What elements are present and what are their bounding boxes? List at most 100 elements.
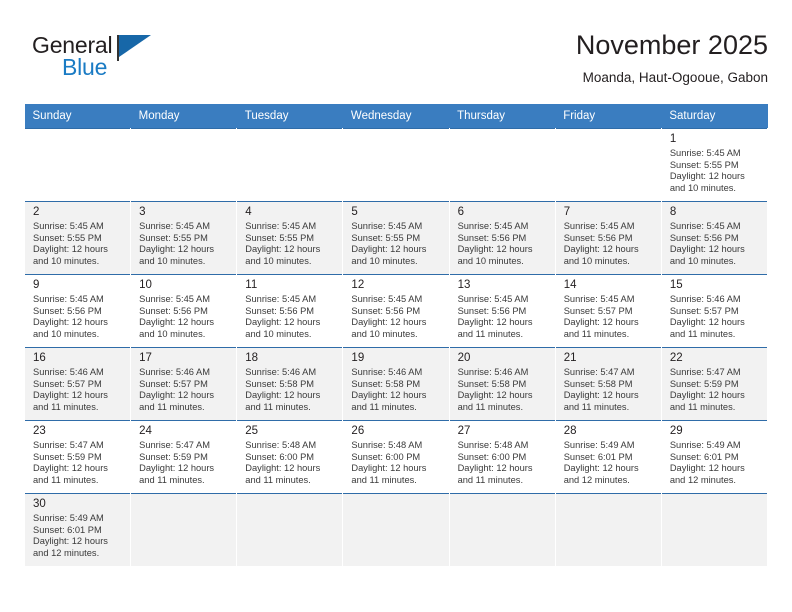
day-number: 15 bbox=[669, 279, 683, 291]
calendar-day-cell[interactable]: 8 Sunrise: 5:45 AM Sunset: 5:56 PM Daylight… bbox=[660, 201, 769, 275]
day-number: 20 bbox=[457, 352, 471, 364]
calendar-day-cell[interactable]: 30 Sunrise: 5:49 AM Sunset: 6:01 PM Dayligh… bbox=[23, 493, 132, 566]
day-daylight-text: Daylight: 12 hours bbox=[457, 317, 533, 328]
day-daylight-text: Daylight: 12 hours bbox=[457, 244, 533, 255]
calendar-day-cell[interactable]: 20 Sunrise: 5:46 AM Sunset: 5:58 PM Dayligh… bbox=[448, 347, 556, 421]
day-daylight-text: Daylight: 12 hours bbox=[563, 317, 639, 328]
day-daylight-text: Daylight: 12 hours bbox=[563, 390, 639, 401]
calendar-day-cell[interactable]: 29 Sunrise: 5:49 AM Sunset: 6:01 PM Dayligh… bbox=[660, 420, 769, 494]
day-sunrise-text: Sunrise: 5:45 AM bbox=[669, 148, 741, 158]
calendar-cell-empty bbox=[554, 493, 662, 566]
day-daylight-text: Daylight: 12 hours bbox=[33, 244, 108, 255]
day-cell-content: 11 Sunrise: 5:45 AM Sunset: 5:56 PM Dayligh… bbox=[237, 275, 342, 344]
day-daylight-text: Daylight: 12 hours bbox=[245, 244, 321, 255]
calendar-day-cell[interactable]: 23 Sunrise: 5:47 AM Sunset: 5:59 PM Dayligh… bbox=[23, 420, 132, 494]
weekday-header-friday: Friday bbox=[555, 104, 662, 129]
day-sunset-text: Sunset: 5:57 PM bbox=[669, 305, 739, 316]
day-sunset-text: Sunset: 5:58 PM bbox=[245, 378, 315, 389]
day-number: 27 bbox=[457, 425, 471, 437]
day-sunrise-text: Sunrise: 5:46 AM bbox=[351, 367, 423, 377]
day-sunset-text: Sunset: 5:58 PM bbox=[457, 378, 527, 389]
day-daylight-text: and 11 minutes. bbox=[245, 474, 311, 485]
general-blue-logo[interactable]: General Blue bbox=[32, 32, 232, 88]
day-sunrise-text: Sunrise: 5:45 AM bbox=[245, 221, 317, 231]
day-cell-content bbox=[25, 129, 130, 198]
day-cell-content: 17 Sunrise: 5:46 AM Sunset: 5:57 PM Dayligh… bbox=[131, 348, 236, 417]
day-sunrise-text: Sunrise: 5:46 AM bbox=[33, 367, 104, 377]
day-sunset-text: Sunset: 5:55 PM bbox=[351, 232, 421, 243]
calendar-day-cell[interactable]: 5 Sunrise: 5:45 AM Sunset: 5:55 PM Daylight… bbox=[342, 201, 450, 275]
calendar-day-cell[interactable]: 9 Sunrise: 5:45 AM Sunset: 5:56 PM Daylight… bbox=[23, 274, 132, 348]
day-sunrise-text: Sunrise: 5:45 AM bbox=[669, 221, 741, 231]
calendar-day-cell[interactable]: 12 Sunrise: 5:45 AM Sunset: 5:56 PM Dayligh… bbox=[342, 274, 450, 348]
calendar-day-cell[interactable]: 4 Sunrise: 5:45 AM Sunset: 5:55 PM Daylight… bbox=[236, 201, 344, 275]
day-sunrise-text: Sunrise: 5:49 AM bbox=[563, 440, 635, 450]
calendar-day-cell[interactable]: 6 Sunrise: 5:45 AM Sunset: 5:56 PM Daylight… bbox=[448, 201, 556, 275]
calendar-week-row: 30 Sunrise: 5:49 AM Sunset: 6:01 PM Dayligh… bbox=[23, 493, 769, 566]
day-daylight-text: and 10 minutes. bbox=[245, 328, 312, 339]
calendar-day-cell[interactable]: 11 Sunrise: 5:45 AM Sunset: 5:56 PM Dayligh… bbox=[236, 274, 344, 348]
calendar-week-row: 23 Sunrise: 5:47 AM Sunset: 5:59 PM Dayligh… bbox=[23, 420, 769, 494]
day-sunset-text: Sunset: 5:56 PM bbox=[245, 305, 315, 316]
calendar-day-cell[interactable]: 10 Sunrise: 5:45 AM Sunset: 5:56 PM Dayligh… bbox=[130, 274, 238, 348]
day-cell-content: 21 Sunrise: 5:47 AM Sunset: 5:58 PM Dayligh… bbox=[556, 348, 661, 417]
day-cell-content: 14 Sunrise: 5:45 AM Sunset: 5:57 PM Dayligh… bbox=[556, 275, 661, 344]
day-number: 14 bbox=[563, 279, 577, 291]
calendar-day-cell[interactable]: 16 Sunrise: 5:46 AM Sunset: 5:57 PM Dayligh… bbox=[23, 347, 132, 421]
day-sunset-text: Sunset: 6:01 PM bbox=[563, 451, 633, 462]
calendar-cell-empty bbox=[554, 128, 662, 202]
day-sunrise-text: Sunrise: 5:45 AM bbox=[563, 221, 635, 231]
day-sunset-text: Sunset: 5:57 PM bbox=[33, 378, 102, 389]
calendar-day-cell[interactable]: 26 Sunrise: 5:48 AM Sunset: 6:00 PM Dayligh… bbox=[342, 420, 450, 494]
calendar-cell-empty bbox=[23, 128, 132, 202]
calendar-cell-empty bbox=[448, 493, 556, 566]
calendar-day-cell[interactable]: 2 Sunrise: 5:45 AM Sunset: 5:55 PM Daylight… bbox=[23, 201, 132, 275]
day-number: 16 bbox=[33, 352, 46, 364]
day-sunrise-text: Sunrise: 5:45 AM bbox=[245, 294, 317, 304]
day-cell-content: 6 Sunrise: 5:45 AM Sunset: 5:56 PM Daylight… bbox=[450, 202, 555, 271]
calendar-week-row: 9 Sunrise: 5:45 AM Sunset: 5:56 PM Daylight… bbox=[23, 274, 769, 348]
calendar-cell-empty bbox=[236, 128, 344, 202]
day-sunrise-text: Sunrise: 5:46 AM bbox=[139, 367, 210, 377]
day-daylight-text: Daylight: 12 hours bbox=[669, 463, 745, 474]
calendar-day-cell[interactable]: 1 Sunrise: 5:45 AM Sunset: 5:55 PM Daylight… bbox=[660, 128, 769, 202]
day-daylight-text: Daylight: 12 hours bbox=[139, 317, 215, 328]
calendar-day-cell[interactable]: 17 Sunrise: 5:46 AM Sunset: 5:57 PM Dayligh… bbox=[130, 347, 238, 421]
day-number: 28 bbox=[563, 425, 577, 437]
calendar-cell-empty bbox=[660, 493, 769, 566]
calendar-day-cell[interactable]: 13 Sunrise: 5:45 AM Sunset: 5:56 PM Dayligh… bbox=[448, 274, 556, 348]
calendar-day-cell[interactable]: 3 Sunrise: 5:45 AM Sunset: 5:55 PM Daylight… bbox=[130, 201, 238, 275]
day-cell-content bbox=[237, 129, 342, 198]
day-sunset-text: Sunset: 5:58 PM bbox=[351, 378, 421, 389]
day-daylight-text: and 10 minutes. bbox=[563, 255, 630, 266]
day-cell-content: 4 Sunrise: 5:45 AM Sunset: 5:55 PM Daylight… bbox=[237, 202, 342, 271]
day-number: 18 bbox=[245, 352, 259, 364]
calendar-header-row: Sunday Monday Tuesday Wednesday Thursday… bbox=[24, 104, 768, 129]
day-sunrise-text: Sunrise: 5:45 AM bbox=[563, 294, 635, 304]
calendar-day-cell[interactable]: 25 Sunrise: 5:48 AM Sunset: 6:00 PM Dayligh… bbox=[236, 420, 344, 494]
day-daylight-text: Daylight: 12 hours bbox=[245, 317, 321, 328]
calendar-cell-empty bbox=[130, 128, 238, 202]
calendar-week-row: 2 Sunrise: 5:45 AM Sunset: 5:55 PM Daylight… bbox=[23, 201, 769, 275]
calendar-day-cell[interactable]: 18 Sunrise: 5:46 AM Sunset: 5:58 PM Dayligh… bbox=[236, 347, 344, 421]
calendar-day-cell[interactable]: 7 Sunrise: 5:45 AM Sunset: 5:56 PM Daylight… bbox=[554, 201, 662, 275]
calendar-day-cell[interactable]: 27 Sunrise: 5:48 AM Sunset: 6:00 PM Dayligh… bbox=[448, 420, 556, 494]
day-sunrise-text: Sunrise: 5:47 AM bbox=[139, 440, 210, 450]
calendar-day-cell[interactable]: 22 Sunrise: 5:47 AM Sunset: 5:59 PM Dayligh… bbox=[660, 347, 769, 421]
calendar-day-cell[interactable]: 28 Sunrise: 5:49 AM Sunset: 6:01 PM Dayligh… bbox=[554, 420, 662, 494]
calendar-day-cell[interactable]: 21 Sunrise: 5:47 AM Sunset: 5:58 PM Dayligh… bbox=[554, 347, 662, 421]
calendar-day-cell[interactable]: 19 Sunrise: 5:46 AM Sunset: 5:58 PM Dayligh… bbox=[342, 347, 450, 421]
day-cell-content bbox=[662, 494, 767, 563]
day-sunset-text: Sunset: 5:59 PM bbox=[33, 451, 102, 462]
calendar-day-cell[interactable]: 15 Sunrise: 5:46 AM Sunset: 5:57 PM Dayligh… bbox=[660, 274, 769, 348]
calendar-day-cell[interactable]: 14 Sunrise: 5:45 AM Sunset: 5:57 PM Dayligh… bbox=[554, 274, 662, 348]
title-block: November 2025 Moanda, Haut-Ogooue, Gabon bbox=[576, 28, 768, 88]
day-cell-content bbox=[131, 494, 236, 563]
day-daylight-text: and 11 minutes. bbox=[457, 401, 524, 412]
calendar-day-cell[interactable]: 24 Sunrise: 5:47 AM Sunset: 5:59 PM Dayligh… bbox=[130, 420, 238, 494]
day-sunrise-text: Sunrise: 5:45 AM bbox=[351, 221, 423, 231]
day-sunset-text: Sunset: 5:55 PM bbox=[139, 232, 208, 243]
day-daylight-text: and 10 minutes. bbox=[669, 255, 736, 266]
blue-flag-triangle-icon bbox=[119, 35, 151, 57]
day-sunrise-text: Sunrise: 5:45 AM bbox=[351, 294, 423, 304]
